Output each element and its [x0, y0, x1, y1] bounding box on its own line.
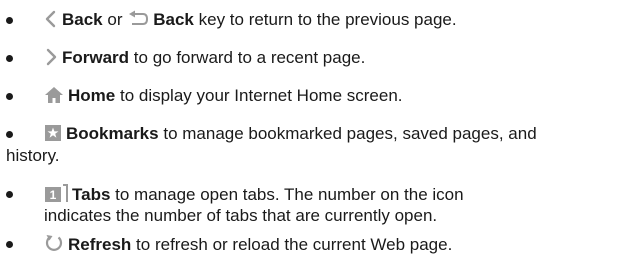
- item-title: Bookmarks: [66, 124, 159, 143]
- bullet: [6, 55, 13, 62]
- item-connector: or: [107, 10, 123, 29]
- item-description-line2: history.: [6, 146, 60, 165]
- bullet: [6, 131, 13, 138]
- item-title: Tabs: [72, 185, 111, 204]
- bookmark-star-icon: [44, 124, 62, 142]
- tabs-icon: 1: [44, 183, 68, 203]
- item-title: Forward: [62, 48, 130, 67]
- item-title-2: Back: [153, 10, 194, 29]
- bullet: [6, 17, 13, 24]
- item-title: Refresh: [68, 235, 132, 254]
- chevron-left-icon: [44, 10, 58, 28]
- chevron-right-icon: [44, 48, 58, 66]
- item-title: Home: [68, 86, 116, 105]
- item-description-line2: indicates the number of tabs that are cu…: [44, 206, 438, 225]
- item-description: to manage open tabs. The number on the i…: [115, 185, 464, 204]
- item-description: to manage bookmarked pages, saved pages,…: [163, 124, 537, 143]
- back-key-icon: [127, 10, 149, 28]
- bullet: [6, 241, 13, 248]
- home-icon: [44, 86, 64, 104]
- item-description: to go forward to a recent page.: [133, 48, 366, 67]
- item-title: Back: [62, 10, 103, 29]
- item-description: to refresh or reload the current Web pag…: [136, 235, 453, 254]
- item-description: to display your Internet Home screen.: [119, 86, 403, 105]
- bullet: [6, 93, 13, 100]
- item-description: key to return to the previous page.: [198, 10, 457, 29]
- refresh-icon: [44, 233, 64, 253]
- tabs-count: 1: [50, 188, 57, 202]
- bullet: [6, 191, 13, 198]
